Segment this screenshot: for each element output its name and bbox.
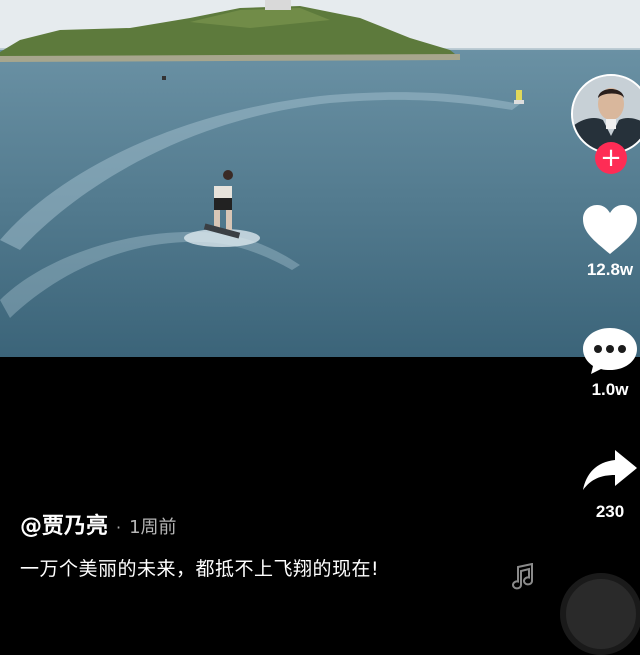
- creator-handle[interactable]: @贾乃亮: [20, 508, 108, 540]
- comment-icon[interactable]: [581, 326, 639, 376]
- post-time: 1周前: [129, 517, 177, 538]
- action-rail: + 12.8w 1.0w 230: [530, 70, 640, 591]
- creator-avatar-block[interactable]: +: [571, 74, 640, 174]
- share-count: 230: [595, 502, 625, 521]
- share-action[interactable]: 230: [568, 448, 640, 522]
- music-disc[interactable]: [560, 573, 640, 655]
- follow-button[interactable]: +: [595, 142, 627, 174]
- author-line: @贾乃亮 · 1周前: [20, 508, 540, 540]
- separator-dot: ·: [116, 518, 122, 537]
- share-arrow-icon[interactable]: [581, 448, 639, 492]
- plus-icon: +: [600, 143, 622, 173]
- comment-action[interactable]: 1.0w: [568, 326, 640, 400]
- building: [265, 0, 291, 10]
- like-action[interactable]: 12.8w: [568, 204, 640, 280]
- music-note-icon: [512, 563, 533, 590]
- video-description[interactable]: 一万个美丽的未来，都抵不上飞翔的现在!: [20, 554, 540, 581]
- like-count: 12.8w: [586, 260, 634, 279]
- caption-block: @贾乃亮 · 1周前 一万个美丽的未来，都抵不上飞翔的现在!: [20, 508, 540, 581]
- heart-icon[interactable]: [581, 204, 639, 256]
- avatar-image: [573, 76, 640, 152]
- comment-count: 1.0w: [591, 380, 629, 399]
